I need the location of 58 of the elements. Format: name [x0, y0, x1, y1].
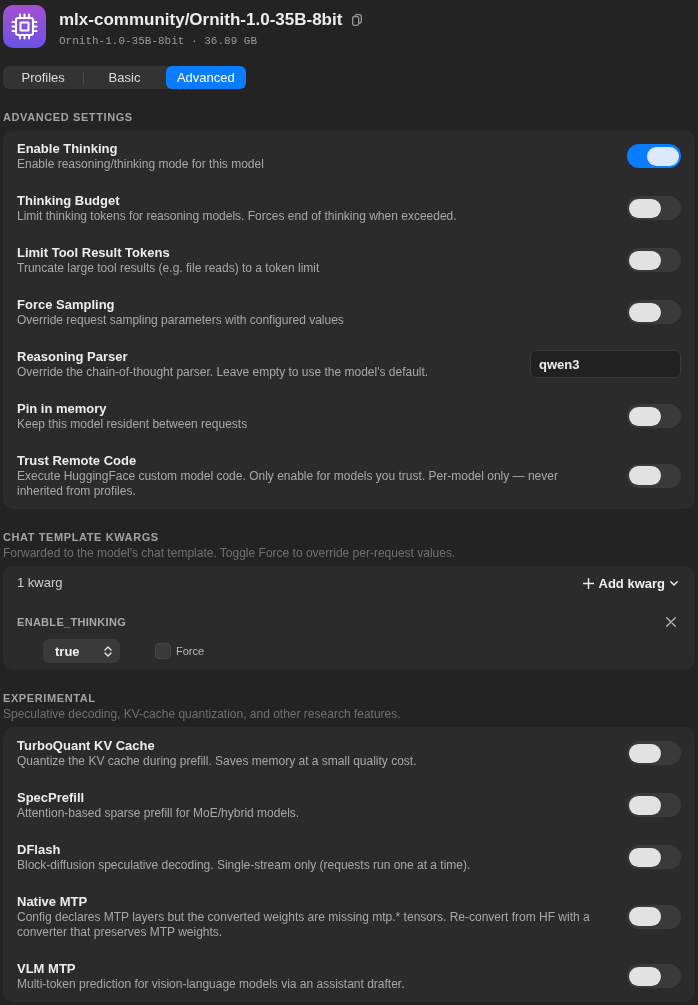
model-subtitle: Ornith-1.0-35B-8bit · 36.89 GB [59, 34, 258, 48]
setting-title: SpecPrefill [17, 789, 85, 806]
setting-description: Block-diffusion speculative decoding. Single-stream only (requests run one at a time). [17, 858, 471, 873]
model-title: mlx-community/Ornith-1.0-35B-8bit [59, 10, 343, 30]
setting-description: Keep this model resident between requests [17, 417, 248, 432]
section-heading: ADVANCED SETTINGS [3, 110, 133, 124]
setting-title: Trust Remote Code [17, 452, 137, 469]
section-heading: EXPERIMENTAL [3, 691, 96, 705]
chip-icon [3, 5, 46, 48]
plus-icon [582, 577, 594, 589]
close-icon[interactable] [666, 617, 676, 627]
toggle-switch[interactable] [627, 463, 681, 488]
toggle-switch[interactable] [627, 964, 681, 988]
setting-title: Pin in memory [17, 400, 107, 417]
tab[interactable]: Basic [84, 66, 165, 89]
setting-title: Force Sampling [17, 296, 115, 313]
section-description: Forwarded to the model's chat template. Toggle Force to override per-request values. [3, 546, 456, 560]
setting-description: Execute HuggingFace custom model code. Only enable for models you trust. Per-model only — never inherited from profiles. [17, 469, 559, 499]
setting-title: VLM MTP [17, 960, 76, 977]
section-description: Speculative decoding, KV-cache quantization, and other research features. [3, 707, 401, 721]
setting-description: Override the chain-of-thought parser. Leave empty to use the model's default. [17, 365, 429, 380]
toggle-switch[interactable] [627, 404, 681, 428]
toggle-switch[interactable] [627, 144, 681, 168]
chevron-down-icon [670, 580, 678, 586]
checkbox[interactable] [155, 643, 171, 659]
setting-title: Thinking Budget [17, 192, 120, 209]
setting-description: Override request sampling parameters with configured values [17, 313, 344, 328]
toggle-switch[interactable] [627, 300, 681, 324]
toggle-switch[interactable] [627, 196, 681, 220]
setting-title: Native MTP [17, 893, 88, 910]
kwarg-name: ENABLE_THINKING [17, 615, 126, 629]
chevron-updown-icon [104, 645, 112, 657]
setting-title: Limit Tool Result Tokens [17, 244, 170, 261]
setting-title: Enable Thinking [17, 140, 118, 157]
toggle-switch[interactable] [627, 248, 681, 272]
toggle-switch[interactable] [627, 793, 681, 817]
value-select[interactable]: true [43, 639, 120, 663]
setting-title: DFlash [17, 841, 61, 858]
toggle-switch[interactable] [627, 741, 681, 765]
setting-title: TurboQuant KV Cache [17, 737, 155, 754]
toggle-switch[interactable] [627, 904, 681, 929]
add-kwarg-button[interactable]: Add kwarg [579, 573, 681, 593]
toggle-switch[interactable] [627, 845, 681, 869]
setting-title: Reasoning Parser [17, 348, 128, 365]
tab[interactable]: Advanced [165, 66, 246, 89]
setting-description: Quantize the KV cache during prefill. Saves memory at a small quality cost. [17, 754, 417, 769]
setting-description: Truncate large tool results (e.g. file reads) to a token limit [17, 261, 320, 276]
text-field[interactable]: qwen3 [530, 350, 681, 378]
setting-description: Enable reasoning/thinking mode for this model [17, 157, 264, 172]
copy-icon[interactable] [352, 14, 363, 26]
setting-description: Multi-token prediction for vision-language models via an assistant drafter. [17, 977, 405, 992]
checkbox-label[interactable]: Force [176, 645, 205, 657]
kwarg-count: 1 kwarg [17, 575, 63, 591]
setting-description: Attention-based sparse prefill for MoE/hybrid models. [17, 806, 300, 821]
setting-description: Limit thinking tokens for reasoning models. Forces end of thinking when exceeded. [17, 209, 457, 224]
tab[interactable]: Profiles [3, 66, 84, 89]
section-heading: CHAT TEMPLATE KWARGS [3, 530, 159, 544]
setting-description: Config declares MTP layers but the converted weights are missing mtp.* tensors. Re-convert from HF with a converter that preserves MTP weights. [17, 910, 591, 940]
